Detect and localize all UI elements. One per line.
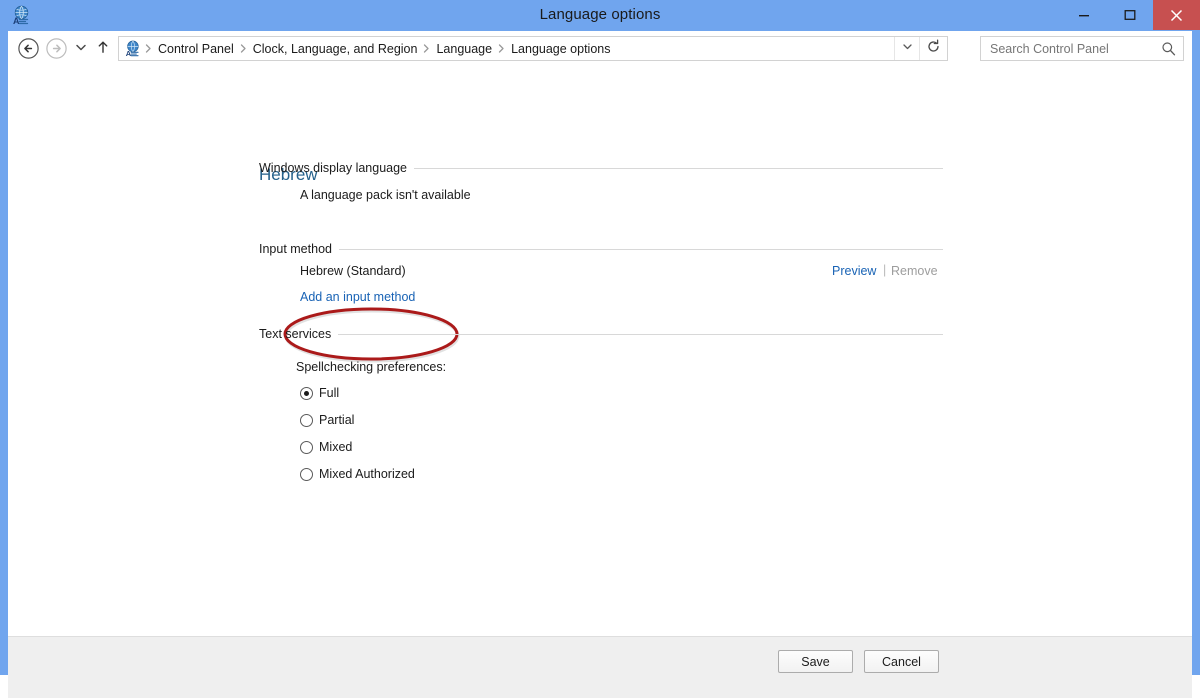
search-input[interactable] bbox=[981, 37, 1157, 60]
dialog-footer: Save Cancel bbox=[8, 636, 1192, 698]
radio-label: Partial bbox=[319, 413, 355, 427]
radio-indicator bbox=[300, 440, 313, 454]
forward-arrow-icon bbox=[44, 38, 69, 64]
breadcrumb-separator-icon bbox=[496, 44, 507, 53]
save-button[interactable]: Save bbox=[778, 650, 853, 673]
minimize-button[interactable] bbox=[1061, 0, 1107, 30]
add-an-input-method-link[interactable]: Add an input method bbox=[300, 290, 415, 304]
address-language-globe-icon: A bbox=[124, 40, 141, 58]
back-arrow-icon bbox=[16, 38, 41, 64]
breadcrumb-separator-icon bbox=[238, 44, 249, 53]
close-button[interactable] bbox=[1153, 0, 1200, 30]
address-dropdown-button[interactable] bbox=[894, 37, 919, 60]
breadcrumb-separator-icon bbox=[143, 44, 154, 53]
refresh-icon bbox=[926, 39, 941, 59]
title-bar: A Language options bbox=[0, 0, 1200, 31]
radio-option-partial[interactable]: Partial bbox=[300, 413, 354, 427]
navigation-bar: A Control Panel Clock, Language, and Reg… bbox=[8, 31, 1192, 66]
radio-indicator bbox=[300, 386, 313, 400]
section-label: Text services bbox=[259, 327, 332, 341]
section-label: Input method bbox=[259, 242, 332, 256]
cancel-button[interactable]: Cancel bbox=[864, 650, 939, 673]
close-icon bbox=[1153, 9, 1200, 22]
language-pack-status: A language pack isn't available bbox=[300, 188, 471, 202]
section-header-text-services: Text services bbox=[259, 327, 943, 341]
radio-label: Full bbox=[319, 386, 340, 400]
section-divider bbox=[338, 248, 943, 250]
section-label: Windows display language bbox=[259, 161, 408, 175]
section-divider bbox=[338, 333, 943, 335]
section-header-windows-display-language: Windows display language bbox=[259, 161, 943, 175]
radio-option-full[interactable]: Full bbox=[300, 386, 339, 400]
breadcrumb-language-options[interactable]: Language options bbox=[507, 42, 614, 56]
recent-pages-button[interactable] bbox=[71, 36, 91, 61]
window-title: Language options bbox=[539, 6, 661, 23]
breadcrumb-separator-icon bbox=[421, 44, 432, 53]
address-bar[interactable]: A Control Panel Clock, Language, and Reg… bbox=[118, 36, 948, 61]
breadcrumb-control-panel[interactable]: Control Panel bbox=[154, 42, 238, 56]
radio-option-mixed-authorized[interactable]: Mixed Authorized bbox=[300, 467, 415, 481]
radio-indicator bbox=[300, 467, 313, 481]
up-arrow-icon bbox=[95, 41, 111, 58]
recent-pages-chevron-icon bbox=[74, 42, 88, 57]
search-icon[interactable] bbox=[1157, 37, 1179, 60]
content-pane: Hebrew Windows display language A langua… bbox=[8, 66, 1192, 636]
refresh-button[interactable] bbox=[919, 37, 947, 60]
radio-label: Mixed bbox=[319, 440, 353, 454]
maximize-icon bbox=[1107, 9, 1153, 21]
section-divider bbox=[414, 167, 943, 169]
chevron-down-icon bbox=[901, 40, 914, 58]
maximize-button[interactable] bbox=[1107, 0, 1153, 30]
search-box[interactable] bbox=[980, 36, 1184, 61]
forward-button bbox=[44, 36, 69, 61]
input-method-name: Hebrew (Standard) bbox=[300, 264, 406, 278]
preview-link[interactable]: Preview bbox=[832, 264, 876, 278]
breadcrumb-language[interactable]: Language bbox=[432, 42, 496, 56]
radio-label: Mixed Authorized bbox=[319, 467, 415, 481]
radio-option-mixed[interactable]: Mixed bbox=[300, 440, 352, 454]
link-separator: | bbox=[883, 263, 887, 277]
up-button[interactable] bbox=[93, 36, 113, 61]
section-header-input-method: Input method bbox=[259, 242, 943, 256]
remove-link-disabled: Remove bbox=[891, 264, 938, 278]
breadcrumb-clock-language-region[interactable]: Clock, Language, and Region bbox=[249, 42, 422, 56]
language-options-window: A Language options A Control Panel Clock… bbox=[0, 0, 1200, 698]
spellchecking-preferences-label: Spellchecking preferences: bbox=[296, 360, 447, 374]
minimize-icon bbox=[1061, 9, 1107, 21]
radio-indicator bbox=[300, 413, 313, 427]
window-client-area: A Control Panel Clock, Language, and Reg… bbox=[8, 31, 1192, 698]
back-button[interactable] bbox=[16, 36, 41, 61]
